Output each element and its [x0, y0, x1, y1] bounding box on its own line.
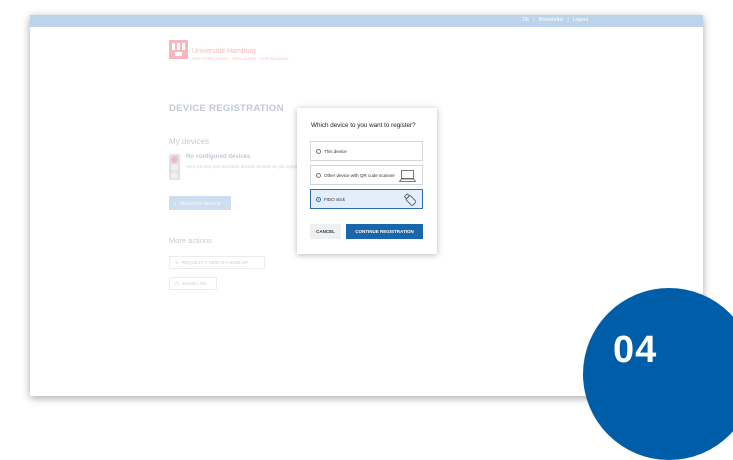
refresh-icon: ↻ — [175, 259, 179, 265]
option-label: Other device with QR code scanner — [324, 172, 396, 178]
request-signup-button[interactable]: ↻ REQUEST A NEW 2FA SIGN-UP — [169, 256, 265, 269]
no-devices-title: No configured devices — [186, 154, 251, 160]
dialog-title: Which device to you want to register? — [311, 122, 416, 129]
brand-tagline: DER FORSCHUNG · DER LEHRE · DER BILDUNG — [192, 56, 289, 61]
university-logo: Universität Hamburg DER FORSCHUNG · DER … — [169, 40, 289, 61]
accessibility-link[interactable]: Barrierefrei — [539, 17, 564, 23]
top-bar: DE | Barrierefrei | Logout — [30, 15, 703, 27]
language-link[interactable]: DE — [522, 17, 529, 23]
top-nav: DE | Barrierefrei | Logout — [522, 17, 588, 23]
option-other-device[interactable]: Other device with QR code scanner — [310, 165, 423, 185]
page-title: DEVICE REGISTRATION — [169, 103, 284, 114]
more-actions-heading: More actions — [169, 236, 212, 245]
laptop-icon — [399, 170, 416, 182]
plus-icon: + — [174, 200, 177, 206]
clock-icon: ◷ — [175, 280, 179, 286]
device-type-dialog: Which device to you want to register? Th… — [297, 108, 437, 254]
option-this-device[interactable]: This device — [310, 141, 423, 161]
option-label: This device — [324, 148, 347, 154]
brand-name: Universität Hamburg — [192, 48, 256, 55]
radio-icon[interactable] — [316, 148, 321, 154]
step-number: 04 — [613, 329, 658, 371]
radio-icon[interactable] — [316, 172, 321, 178]
request-signup-label: REQUEST A NEW 2FA SIGN-UP — [181, 260, 248, 265]
my-devices-heading: My devices — [169, 137, 210, 146]
nav-separator: | — [533, 17, 535, 23]
nav-separator: | — [567, 17, 569, 23]
logo-mark-icon — [169, 40, 188, 59]
show-log-label: SHOW LOG — [181, 281, 207, 286]
no-devices-description: Here you see your two-factor devices as … — [186, 164, 308, 169]
option-label: FIDO stick — [324, 196, 345, 202]
register-device-button[interactable]: + REGISTER DEVICE — [169, 196, 231, 210]
show-log-button[interactable]: ◷ SHOW LOG — [169, 277, 217, 290]
radio-selected-icon[interactable] — [316, 196, 321, 202]
register-device-label: REGISTER DEVICE — [179, 200, 221, 206]
cancel-button[interactable]: CANCEL — [310, 224, 341, 239]
logout-link[interactable]: Logout — [573, 17, 588, 23]
usb-stick-icon — [404, 193, 416, 206]
continue-registration-button[interactable]: CONTINUE REGISTRATION — [346, 224, 423, 239]
traffic-light-icon — [169, 154, 180, 180]
option-fido-stick[interactable]: FIDO stick — [310, 189, 423, 209]
